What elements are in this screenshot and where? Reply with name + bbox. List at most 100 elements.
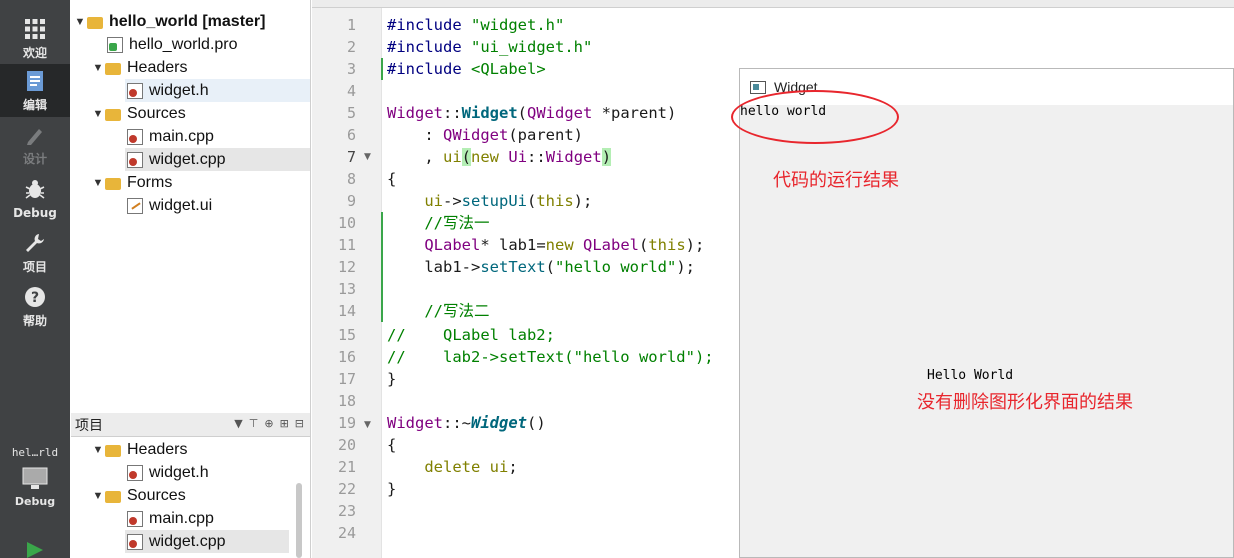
tree-folder-label: Sources <box>127 104 186 122</box>
code-line: QLabel* lab1=new QLabel(this); <box>424 236 705 254</box>
link-icon[interactable]: ⊕ <box>264 417 273 430</box>
mode-welcome[interactable]: 欢迎 <box>0 12 70 65</box>
scrollbar[interactable] <box>296 483 302 558</box>
tree-folder-forms[interactable]: ▼ Forms <box>91 171 173 194</box>
tree-root[interactable]: ▼ hello_world [master] <box>73 10 266 33</box>
mode-design-label: 设计 <box>22 152 47 166</box>
filter-icon[interactable]: ⊤ <box>249 417 259 430</box>
tree-item-label: widget.h <box>149 81 209 99</box>
grid-icon <box>25 19 45 39</box>
chevron-down-icon[interactable]: ▼ <box>73 16 87 28</box>
tree-item-widget-h[interactable]: widget.h <box>127 461 209 484</box>
folder-icon <box>105 108 121 121</box>
mode-design[interactable]: 设计 <box>0 118 70 171</box>
help-icon: ? <box>25 287 45 307</box>
header-file-icon <box>127 82 143 99</box>
line-number: 12 <box>337 258 356 276</box>
fold-marker-icon[interactable]: ▼ <box>364 152 371 162</box>
line-number: 8 <box>346 170 356 188</box>
cpp-file-icon <box>127 128 143 145</box>
line-number: 23 <box>337 502 356 520</box>
mode-bar: 欢迎 编辑 设计 Debug 项目 ? 帮助 hel…rld Debug <box>0 0 70 558</box>
folder-icon <box>105 490 121 503</box>
mode-projects[interactable]: 项目 <box>0 226 70 279</box>
code-line: lab1->setText("hello world"); <box>387 258 695 276</box>
cpp-file-icon <box>127 151 143 168</box>
chevron-down-icon[interactable]: ▼ <box>91 62 105 74</box>
chevron-down-icon[interactable]: ▼ <box>91 177 105 189</box>
bug-icon <box>25 180 45 199</box>
line-number: 18 <box>337 392 356 410</box>
code-line: , ui(new Ui::Widget) <box>387 148 612 166</box>
tree-folder-sources[interactable]: ▼ Sources <box>91 102 186 125</box>
line-number: 19 <box>337 414 356 432</box>
tree-item-widget-cpp[interactable]: widget.cpp <box>125 530 289 553</box>
mode-edit-label: 编辑 <box>22 98 47 112</box>
tree-item-label: main.cpp <box>149 127 214 145</box>
tree-folder-label: Headers <box>127 58 188 76</box>
line-number: 24 <box>337 524 356 542</box>
run-icon[interactable] <box>26 541 44 558</box>
chevron-down-icon[interactable]: ▼ <box>91 108 105 120</box>
editor-toolbar <box>312 0 1234 8</box>
code-line: : QWidget(parent) <box>387 126 583 144</box>
line-number: 2 <box>346 38 356 56</box>
line-number: 14 <box>337 302 356 320</box>
tree-item-main-cpp[interactable]: main.cpp <box>127 125 214 148</box>
tree-folder-label: Forms <box>127 173 173 191</box>
tree-item-pro[interactable]: hello_world.pro <box>107 33 238 56</box>
tree-item-widget-h[interactable]: widget.h <box>125 79 310 102</box>
line-number: 7 <box>346 148 356 166</box>
line-number: 20 <box>337 436 356 454</box>
code-line: //写法二 <box>424 302 490 320</box>
edit-document-icon <box>27 71 43 91</box>
code-line: Widget::Widget(QWidget *parent) <box>387 104 677 122</box>
line-number: 6 <box>346 126 356 144</box>
chevron-down-icon[interactable]: ▼ <box>91 490 105 502</box>
line-number: 10 <box>337 214 356 232</box>
cpp-file-icon <box>127 510 143 527</box>
line-number: 15 <box>337 326 356 344</box>
pro-file-icon <box>107 36 123 53</box>
annotation-run-result: 代码的运行结果 <box>773 170 899 191</box>
dropdown-arrow-icon[interactable]: ▼ <box>234 417 242 430</box>
line-number: 16 <box>337 348 356 366</box>
code-line: ui->setupUi(this); <box>424 192 593 210</box>
code-line: Widget::~Widget() <box>387 414 546 432</box>
header-file-icon <box>127 464 143 481</box>
label-designer-hello-world: Hello World <box>927 368 1014 383</box>
wrench-icon <box>26 234 44 252</box>
kit-selector[interactable]: hel…rld Debug <box>0 446 70 508</box>
tree-folder-headers[interactable]: ▼ Headers <box>91 438 188 461</box>
tree-item-widget-ui[interactable]: widget.ui <box>127 194 212 217</box>
close-pane-icon[interactable]: ⊟ <box>295 417 304 430</box>
line-number: 5 <box>346 104 356 122</box>
project-tree: ▼ hello_world [master] hello_world.pro ▼… <box>71 0 311 413</box>
line-number: 17 <box>337 370 356 388</box>
mode-projects-label: 项目 <box>22 260 47 274</box>
tree-folder-headers[interactable]: ▼ Headers <box>91 56 188 79</box>
open-documents-pane: 项目 ▼ ⊤ ⊕ ⊞ ⊟ ▼ Headers widget.h ▼ Source… <box>71 413 311 558</box>
code-line: } <box>387 480 397 498</box>
line-number: 13 <box>337 280 356 298</box>
tree-item-label: main.cpp <box>149 509 214 527</box>
chevron-down-icon[interactable]: ▼ <box>91 444 105 456</box>
fold-marker-icon[interactable]: ▼ <box>364 420 371 430</box>
kit-name: hel…rld <box>11 446 59 459</box>
line-number: 21 <box>337 458 356 476</box>
mode-help[interactable]: ? 帮助 <box>0 280 70 333</box>
mode-edit[interactable]: 编辑 <box>0 64 70 117</box>
tree-item-main-cpp[interactable]: main.cpp <box>127 507 214 530</box>
tree-folder-sources[interactable]: ▼ Sources <box>91 484 186 507</box>
code-line: { <box>387 436 397 454</box>
mode-debug[interactable]: Debug <box>0 172 70 225</box>
tree-item-widget-cpp[interactable]: widget.cpp <box>125 148 310 171</box>
tree-item-label: widget.ui <box>149 196 213 214</box>
highlight-ellipse <box>731 90 899 144</box>
code-line: delete ui; <box>424 458 518 476</box>
tree-item-label: hello_world.pro <box>129 35 238 53</box>
line-number: 4 <box>346 82 356 100</box>
split-icon[interactable]: ⊞ <box>280 417 289 430</box>
monitor-icon <box>22 467 48 489</box>
folder-icon <box>105 62 121 75</box>
